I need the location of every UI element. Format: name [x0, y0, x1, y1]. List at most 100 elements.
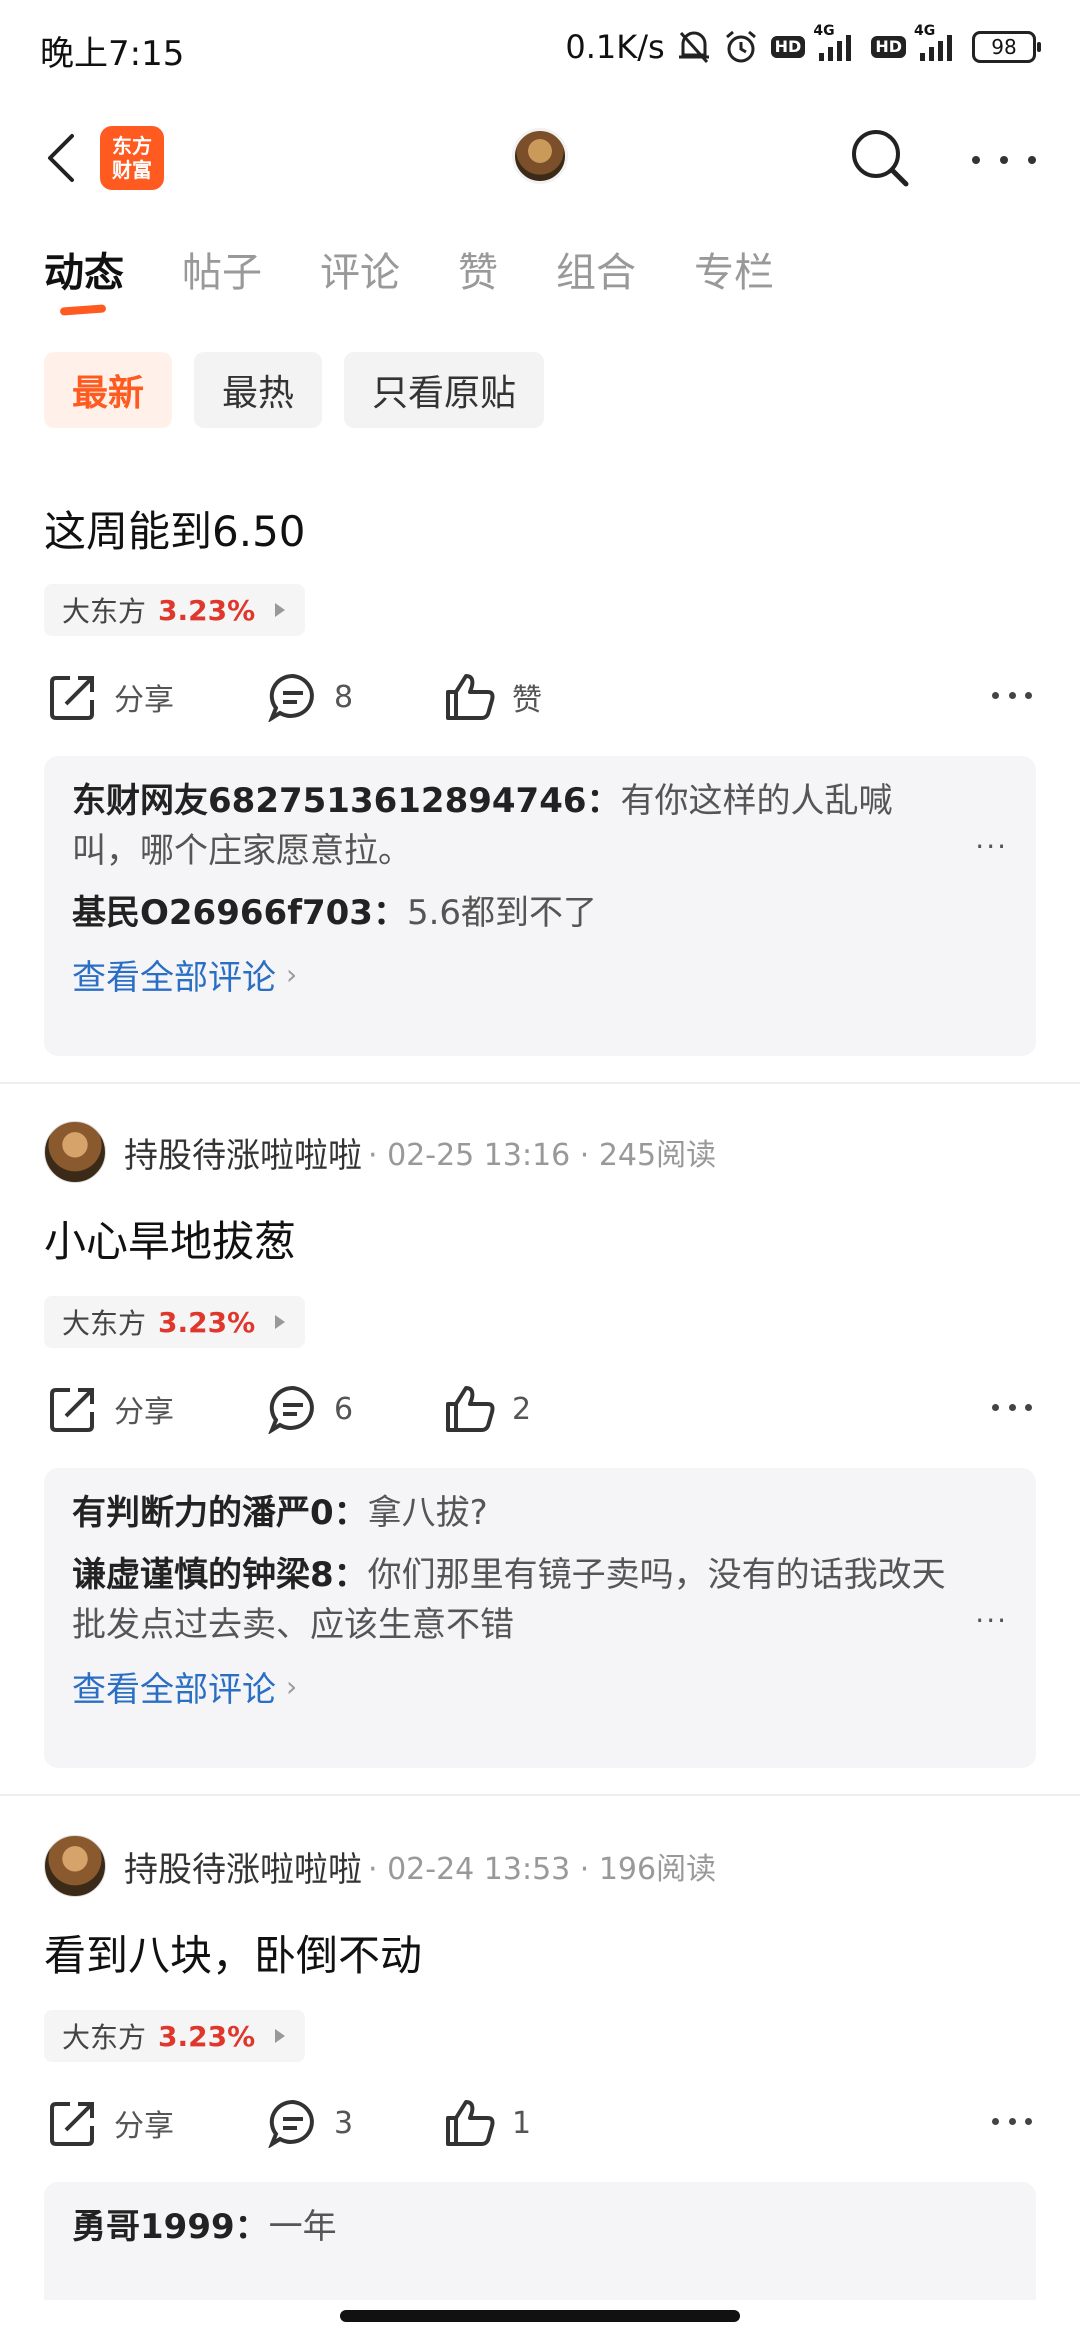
post-actions: 分享 8 赞	[44, 662, 1036, 732]
stock-name: 大东方	[62, 2021, 147, 2054]
avatar[interactable]	[512, 128, 568, 184]
comment-count: 8	[334, 679, 354, 715]
filter-latest[interactable]: 最新	[44, 352, 173, 428]
play-triangle-icon	[275, 2029, 286, 2043]
post-header: 持股待涨啦啦啦 · 02-24 13:53 · 196阅读	[44, 1834, 716, 1898]
like-button[interactable]: 赞	[444, 662, 542, 732]
share-label: 分享	[114, 683, 174, 718]
post-actions: 分享 6 2	[44, 1374, 1036, 1444]
comment-count: 6	[334, 1391, 354, 1427]
alarm-icon	[723, 29, 759, 65]
eastmoney-logo[interactable]: 东方 财富	[100, 126, 164, 190]
view-all-comments-link[interactable]: 查看全部评论 ›	[72, 950, 1008, 999]
more-icon[interactable]	[992, 2118, 1032, 2125]
post-meta: · 02-24 13:53 · 196阅读	[368, 1852, 717, 1887]
comment-user[interactable]: 基民O26966f703：	[72, 893, 407, 933]
logo-text: 东方	[112, 134, 152, 158]
share-button[interactable]: 分享	[48, 662, 174, 732]
signal-icon: 4G	[813, 23, 859, 63]
tab-posts[interactable]: 帖子	[182, 240, 262, 320]
filter-hot[interactable]: 最热	[194, 352, 323, 428]
signal-label: 4G	[813, 23, 835, 39]
tab-dynamic[interactable]: 动态	[44, 240, 124, 320]
comment-user[interactable]: 有判断力的潘严0：	[72, 1493, 368, 1533]
author-name[interactable]: 持股待涨啦啦啦	[124, 1128, 362, 1177]
home-indicator[interactable]	[340, 2310, 740, 2322]
comment-button[interactable]: 3	[268, 2088, 353, 2158]
post-actions: 分享 3 1	[44, 2088, 1036, 2158]
share-icon	[50, 676, 94, 720]
comment-preview[interactable]: 有判断力的潘严0：拿八拔? 谦虚谨慎的钟梁8：你们那里有镜子卖吗，没有的话我改天…	[44, 1468, 1036, 1768]
thumbs-up-icon	[446, 674, 495, 720]
comment-preview[interactable]: 东财网友6827513612894746：有你这样的人乱喊叫，哪个庄家愿意拉。 …	[44, 756, 1036, 1056]
filter-original-only[interactable]: 只看原贴	[344, 352, 545, 428]
back-arrow-icon[interactable]	[36, 128, 86, 188]
comment-item[interactable]: 谦虚谨慎的钟梁8：你们那里有镜子卖吗，没有的话我改天批发点过去卖、应该生意不错 …	[72, 1550, 1008, 1650]
avatar[interactable]	[44, 1121, 106, 1183]
tab-comments[interactable]: 评论	[320, 240, 400, 320]
comment-item[interactable]: 有判断力的潘严0：拿八拔?	[72, 1488, 1008, 1538]
post-text[interactable]: 这周能到6.50	[44, 498, 306, 559]
tab-portfolio[interactable]: 组合	[556, 240, 636, 320]
play-triangle-icon	[275, 603, 286, 617]
post-text[interactable]: 看到八块，卧倒不动	[44, 1922, 422, 1983]
hd-badge: HD	[770, 36, 806, 58]
stock-tag[interactable]: 大东方 3.23%	[44, 1296, 306, 1348]
comment-user[interactable]: 东财网友6827513612894746：	[72, 781, 621, 821]
divider	[0, 1082, 1080, 1084]
more-icon[interactable]	[972, 140, 1036, 180]
comment-item[interactable]: 勇哥1999：一年	[72, 2202, 1008, 2252]
comment-button[interactable]: 8	[268, 662, 353, 732]
thumbs-up-icon	[446, 2100, 495, 2146]
like-label: 赞	[512, 683, 542, 718]
comment-user[interactable]: 谦虚谨慎的钟梁8：	[72, 1555, 368, 1595]
comment-item[interactable]: 基民O26966f703：5.6都到不了	[72, 888, 1008, 938]
like-button[interactable]: 1	[444, 2088, 531, 2158]
post-feed[interactable]: 这周能到6.50 大东方 3.23% 分享 8 赞 东财网友6827513612…	[0, 430, 1080, 2300]
thumbs-up-icon	[446, 1386, 495, 1432]
like-count: 2	[512, 1391, 532, 1427]
comment-item[interactable]: 东财网友6827513612894746：有你这样的人乱喊叫，哪个庄家愿意拉。 …	[72, 776, 1008, 876]
play-triangle-icon	[275, 1315, 286, 1329]
share-button[interactable]: 分享	[48, 2088, 174, 2158]
author-name[interactable]: 持股待涨啦啦啦	[124, 1842, 362, 1891]
logo-text: 财富	[112, 158, 152, 182]
view-all-label: 查看全部评论	[72, 958, 276, 998]
comment-icon	[268, 1385, 314, 1434]
like-button[interactable]: 2	[444, 1374, 531, 1444]
stock-tag[interactable]: 大东方 3.23%	[44, 2010, 306, 2062]
post-text[interactable]: 小心旱地拔葱	[44, 1208, 296, 1269]
post-meta: · 02-25 13:16 · 245阅读	[368, 1138, 717, 1173]
avatar[interactable]	[44, 1835, 106, 1897]
view-all-comments-link[interactable]: 查看全部评论 ›	[72, 1662, 1008, 1711]
comment-user[interactable]: 勇哥1999：	[72, 2207, 269, 2247]
network-speed: 0.1K/s	[565, 28, 665, 66]
battery-icon: 98	[972, 31, 1041, 63]
mute-bell-icon	[677, 29, 711, 65]
comment-button[interactable]: 6	[268, 1374, 353, 1444]
search-icon[interactable]	[848, 126, 914, 192]
status-bar: 晚上7:15 0.1K/s HD 4G HD 4G 98	[0, 0, 1080, 100]
stock-name: 大东方	[62, 595, 147, 628]
view-all-label: 查看全部评论	[72, 1670, 276, 1710]
status-time: 晚上7:15	[40, 34, 185, 74]
comment-icon	[268, 2099, 314, 2148]
filter-chips: 最新 最热 只看原贴	[44, 352, 545, 428]
more-icon[interactable]	[992, 692, 1032, 699]
ellipsis-icon: ···	[975, 1604, 1008, 1637]
comment-icon	[268, 673, 314, 722]
comment-text: 一年	[268, 2207, 337, 2247]
top-navbar: 东方 财富	[0, 100, 1080, 230]
more-icon[interactable]	[992, 1404, 1032, 1411]
tab-likes[interactable]: 赞	[458, 240, 498, 320]
stock-change: 3.23%	[158, 2019, 256, 2053]
ellipsis-icon: ···	[975, 830, 1008, 863]
stock-tag[interactable]: 大东方 3.23%	[44, 584, 306, 636]
profile-tabs: 动态 帖子 评论 赞 组合 专栏	[44, 240, 832, 320]
tab-column[interactable]: 专栏	[694, 240, 774, 320]
comment-preview[interactable]: 勇哥1999：一年	[44, 2182, 1036, 2300]
share-button[interactable]: 分享	[48, 1374, 174, 1444]
signal-icon: 4G	[914, 23, 960, 63]
divider	[0, 1794, 1080, 1796]
hd-badge: HD	[871, 36, 906, 58]
